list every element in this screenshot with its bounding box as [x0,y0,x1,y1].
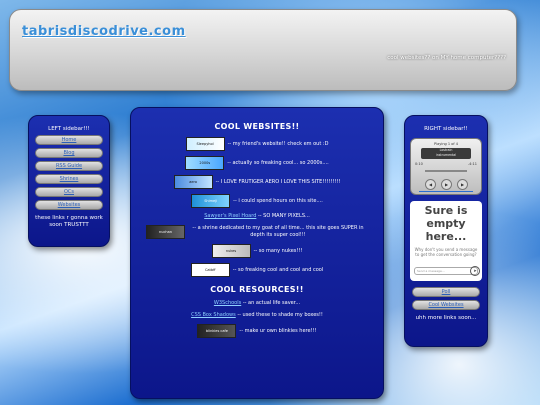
site-button-image[interactable]: Shimeji [191,194,231,208]
chat-empty-prompt: Why don't you send a message to get the … [414,246,478,257]
site-button-image[interactable]: 2000s [185,156,225,170]
track-subtitle: instrumental [435,153,457,157]
site-header: tabrisdiscodrive.com cool websites?? on … [9,9,517,91]
site-description: -- my friend's website!! check em out :D [227,140,329,147]
cool-websites-heading: COOL WEBSITES!! [214,122,300,131]
right-sidebar-title: RIGHT sidebar!! [424,126,468,132]
time-elapsed: 0:10 [415,162,423,166]
left-sidebar-title: LEFT sidebar!!! [48,126,90,132]
css-box-shadows-link[interactable]: CSS Box Shadows [191,312,236,319]
nav-shrines-button[interactable]: Shrines [35,174,103,184]
list-item: CSS Box Shadows -- used these to shade m… [139,312,375,319]
list-item: nuchan -- a shrine dedicated to my goat … [139,225,375,239]
right-sidebar: RIGHT sidebar!! Playing 1 of 4 Lostrain … [404,115,488,347]
previous-icon[interactable]: ◀ [425,179,436,190]
right-sidebar-note: uhh more links soon... [415,315,477,321]
site-description: -- so freaking cool and cool and cool [232,266,324,273]
site-description: -- I LOVE FRUTIGER AERO I LOVE THIS SITE… [215,178,341,185]
blinkies-button-image[interactable]: blinkies cafe [197,324,237,338]
cool-resources-heading: COOL RESOURCES!! [210,285,304,294]
play-icon[interactable]: ▶ [441,179,452,190]
track-display: Lostrain instrumental [421,148,471,159]
list-item: nukes -- so many nukes!!! [139,244,375,258]
nav-rss-guide-button[interactable]: RSS Guide [35,161,103,171]
site-button-image[interactable]: Catbff [190,263,230,277]
site-description: -- SO MANY PIXELS... [257,213,310,219]
resource-description: -- make ur own blinkies here!!! [239,327,317,334]
main-content: COOL WEBSITES!! Sleepyhol -- my friend's… [130,107,384,399]
list-item: W3Schools -- an actual life saver... [139,300,375,307]
left-sidebar: LEFT sidebar!!! Home Blog RSS Guide Shri… [28,115,110,247]
chat-box: Sure is empty here... Why don't you send… [410,201,482,281]
time-row: 0:10 -4:11 [415,162,477,166]
w3schools-link[interactable]: W3Schools [214,300,241,307]
playlist-status: Playing 1 of 4 [434,142,458,146]
chat-message-input[interactable]: Send a message... [414,267,478,275]
site-button-image[interactable]: Sleepyhol [185,137,225,151]
site-description: -- so many nukes!!! [253,247,303,254]
nav-websites-button[interactable]: Websites [35,200,103,210]
list-item: aero -- I LOVE FRUTIGER AERO I LOVE THIS… [139,175,375,189]
poll-button[interactable]: Poll [412,287,480,297]
sawyers-pixel-hoard-link[interactable]: Sawyer's Pixel Hoard [204,213,256,220]
seek-bar[interactable] [425,170,467,172]
site-button-image[interactable]: nuchan [146,225,185,239]
nav-blog-button[interactable]: Blog [35,148,103,158]
list-item: 2000s -- actually so freaking cool... so… [139,156,375,170]
site-button-image[interactable]: nukes [211,244,251,258]
list-item: Shimeji -- i could spend hours on this s… [139,194,375,208]
list-item: Sawyer's Pixel Hoard -- SO MANY PIXELS..… [139,213,375,220]
chat-empty-headline: Sure is empty here... [424,204,468,244]
cool-websites-button[interactable]: Cool Websites [412,300,480,310]
nav-home-button[interactable]: Home [35,135,103,145]
site-description: -- i could spend hours on this site.... [233,197,323,204]
list-item: blinkies cafe -- make ur own blinkies he… [139,324,375,338]
resource-description: -- used these to shade my boxes!! [237,312,323,318]
nav-ocs-button[interactable]: OCs [35,187,103,197]
left-sidebar-note: these links r gonna work soon TRUSTTT [35,215,103,229]
header-tagline: cool websites?? on MY home computer???? [387,55,506,61]
site-button-image[interactable]: aero [173,175,213,189]
resource-description: -- an actual life saver... [242,300,301,306]
time-remaining: -4:11 [467,162,477,166]
music-player: Playing 1 of 4 Lostrain instrumental 0:1… [410,138,482,195]
volume-slider[interactable] [419,191,473,192]
next-icon[interactable]: ▶ [457,179,468,190]
list-item: Sleepyhol -- my friend's website!! check… [139,137,375,151]
site-title-link[interactable]: tabrisdiscodrive.com [22,24,186,39]
site-description: -- a shrine dedicated to my goat of all … [192,225,364,238]
send-icon[interactable]: ➤ [470,266,480,276]
site-description: -- actually so freaking cool... so 2000s… [227,159,329,166]
list-item: Catbff -- so freaking cool and cool and … [139,263,375,277]
